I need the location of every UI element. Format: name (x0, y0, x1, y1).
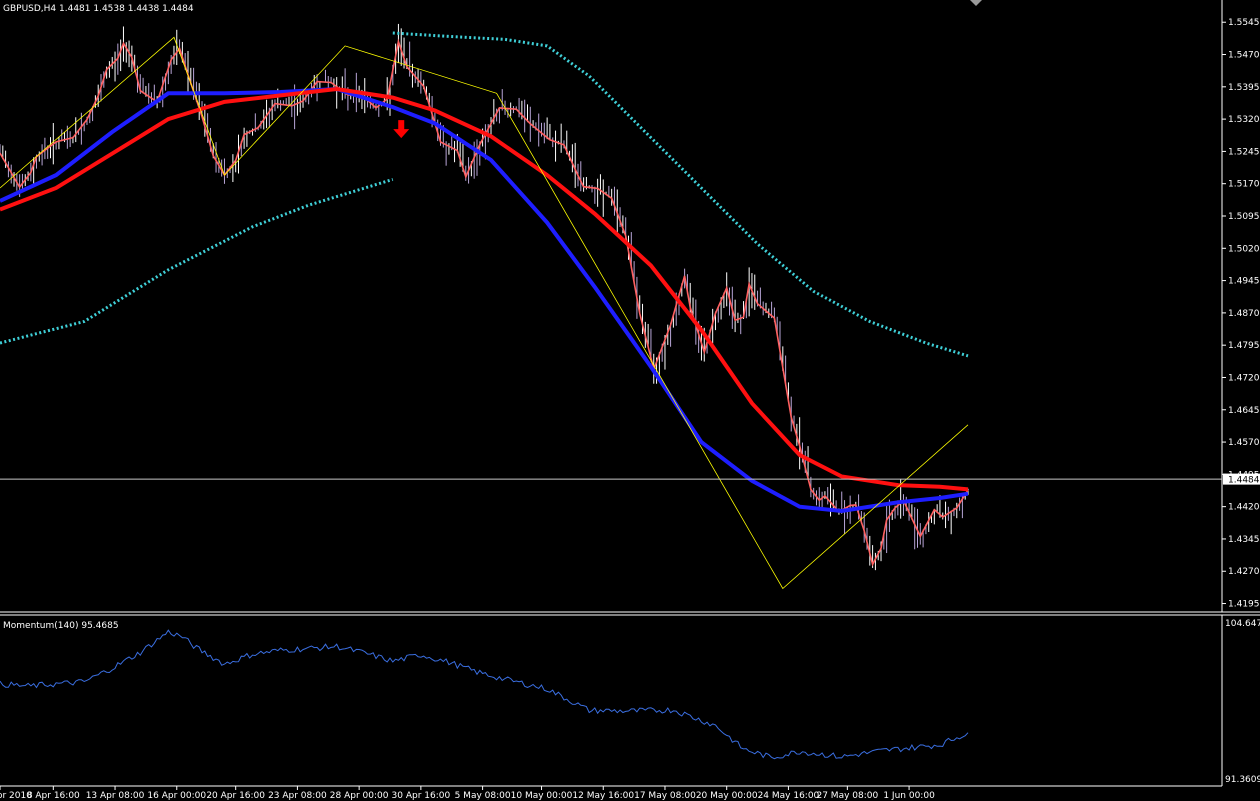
trading-chart[interactable]: 1.5545 1.5470 1.5395 1.5320 1.5245 1.5170 1.50… (0, 0, 1260, 801)
time-tick-label: 16 Apr 00:00 (147, 791, 206, 801)
time-tick-label: 12 May 16:00 (572, 791, 634, 801)
price-tick-label: 1.5320 (1228, 115, 1260, 125)
price-tick-label: 1.5395 (1228, 83, 1260, 93)
price-tick-label: 1.5170 (1228, 180, 1260, 190)
time-tick-label: 1 Jun 00:00 (883, 791, 935, 801)
time-tick-label: 20 Apr 16:00 (206, 791, 265, 801)
time-tick-label: 30 Apr 16:00 (392, 791, 451, 801)
time-tick-label: 5 May 08:00 (455, 791, 511, 801)
chart-title: GBPUSD,H4 1.4481 1.4538 1.4438 1.4484 (3, 4, 194, 14)
price-tick-label: 1.4270 (1228, 567, 1260, 577)
price-tick-label: 1.5245 (1228, 147, 1260, 157)
time-tick-label: 17 May 08:00 (634, 791, 696, 801)
indicator-scale-bottom: 91.3609 (1225, 775, 1260, 785)
indicator-scale-top: 104.647 (1225, 619, 1260, 629)
time-tick-label: 8 Apr 16:00 (27, 791, 80, 801)
time-tick-label: 23 Apr 08:00 (268, 791, 327, 801)
time-tick-label: 20 May 00:00 (696, 791, 758, 801)
current-price-label: 1.4484 (1228, 476, 1260, 486)
price-tick-label: 1.4420 (1228, 503, 1260, 513)
indicator-title: Momentum(140) 95.4685 (3, 621, 119, 631)
price-tick-label: 1.4720 (1228, 373, 1260, 383)
price-tick-label: 1.5020 (1228, 244, 1260, 254)
chart-background (0, 0, 1260, 801)
time-tick-label: 10 May 00:00 (511, 791, 573, 801)
price-tick-label: 1.4945 (1228, 277, 1260, 287)
time-tick-label: 28 Apr 00:00 (330, 791, 389, 801)
price-tick-label: 1.4345 (1228, 535, 1260, 545)
time-tick-label: 13 Apr 08:00 (86, 791, 145, 801)
price-tick-label: 1.4645 (1228, 406, 1260, 416)
time-tick-label: 24 May 16:00 (758, 791, 820, 801)
price-tick-label: 1.5545 (1228, 18, 1260, 28)
time-tick-label: 27 May 08:00 (816, 791, 878, 801)
price-tick-label: 1.5470 (1228, 51, 1260, 61)
price-tick-label: 1.4870 (1228, 309, 1260, 319)
price-tick-label: 1.4195 (1228, 600, 1260, 610)
price-tick-label: 1.4795 (1228, 341, 1260, 351)
price-tick-label: 1.5095 (1228, 212, 1260, 222)
price-tick-label: 1.4570 (1228, 438, 1260, 448)
